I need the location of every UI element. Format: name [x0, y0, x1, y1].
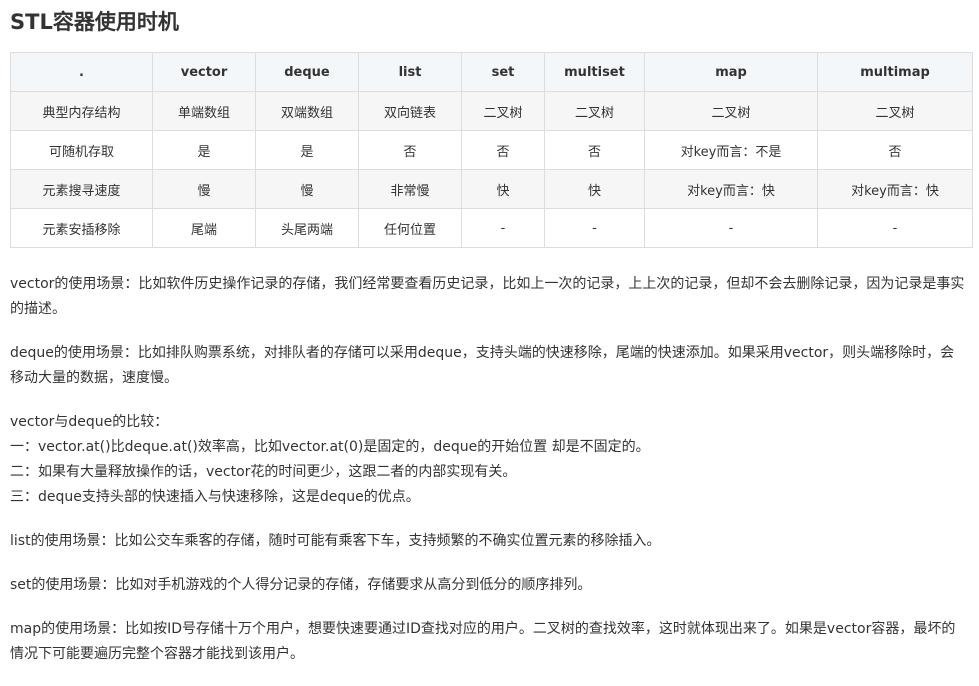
table-cell: - [461, 208, 545, 248]
table-row: 典型内存结构 单端数组 双端数组 双向链表 二叉树 二叉树 二叉树 二叉树 [10, 91, 973, 131]
set-usage-paragraph: set的使用场景：比如对手机游戏的个人得分记录的存储，存储要求从高分到低分的顺序… [10, 577, 592, 593]
table-cell: 双端数组 [255, 91, 359, 131]
comparison-point-1: 一：vector.at()比deque.at()效率高，比如vector.at(… [10, 439, 650, 455]
table-row: 元素安插移除 尾端 头尾两端 任何位置 - - - - [10, 208, 973, 248]
map-usage-paragraph: map的使用场景：比如按ID号存储十万个用户，想要快速要通过ID查找对应的用户。… [10, 621, 956, 662]
table-cell: 任何位置 [358, 208, 462, 248]
table-header-cell: deque [255, 52, 359, 92]
table-row: 元素搜寻速度 慢 慢 非常慢 快 快 对key而言：快 对key而言：快 [10, 169, 973, 209]
table-header-cell: multimap [817, 52, 973, 92]
table-cell: 尾端 [152, 208, 256, 248]
page-title: STL容器使用时机 [10, 10, 179, 34]
table-cell: 元素安插移除 [10, 208, 153, 248]
table-cell: 否 [817, 130, 973, 170]
table-cell: 可随机存取 [10, 130, 153, 170]
table-cell: - [817, 208, 973, 248]
table-cell: 元素搜寻速度 [10, 169, 153, 209]
table-cell: 对key而言：不是 [644, 130, 818, 170]
table-header-cell: list [358, 52, 462, 92]
table-header-cell: multiset [544, 52, 645, 92]
table-cell: 双向链表 [358, 91, 462, 131]
table-header-cell: vector [152, 52, 256, 92]
table-cell: 二叉树 [817, 91, 973, 131]
table-cell: 慢 [152, 169, 256, 209]
table-cell: 头尾两端 [255, 208, 359, 248]
comparison-title: vector与deque的比较： [10, 414, 169, 430]
comparison-point-2: 二：如果有大量释放操作的话，vector花的时间更少，这跟二者的内部实现有关。 [10, 464, 517, 480]
table-cell: 单端数组 [152, 91, 256, 131]
table-header-cell: . [10, 52, 153, 92]
table-cell: 否 [461, 130, 545, 170]
table-row: 可随机存取 是 是 否 否 否 对key而言：不是 否 [10, 130, 973, 170]
table-cell: 二叉树 [544, 91, 645, 131]
table-cell: - [644, 208, 818, 248]
vector-usage-paragraph: vector的使用场景：比如软件历史操作记录的存储，我们经常要查看历史记录，比如… [10, 276, 965, 317]
table-header-cell: map [644, 52, 818, 92]
table-header-cell: set [461, 52, 545, 92]
table-cell: - [544, 208, 645, 248]
table-cell: 否 [544, 130, 645, 170]
vector-deque-comparison: vector与deque的比较： 一：vector.at()比deque.at(… [10, 410, 968, 510]
table-header-row: . vector deque list set multiset map mul… [10, 52, 973, 92]
list-usage-paragraph: list的使用场景：比如公交车乘客的存储，随时可能有乘客下车，支持频繁的不确实位… [10, 533, 661, 549]
table-cell: 是 [152, 130, 256, 170]
table-cell: 对key而言：快 [817, 169, 973, 209]
table-cell: 慢 [255, 169, 359, 209]
table-cell: 快 [461, 169, 545, 209]
table-cell: 二叉树 [461, 91, 545, 131]
container-comparison-table: . vector deque list set multiset map mul… [10, 52, 973, 248]
table-cell: 否 [358, 130, 462, 170]
article-body: vector的使用场景：比如软件历史操作记录的存储，我们经常要查看历史记录，比如… [10, 272, 968, 686]
deque-usage-paragraph: deque的使用场景：比如排队购票系统，对排队者的存储可以采用deque，支持头… [10, 345, 955, 386]
table-cell: 非常慢 [358, 169, 462, 209]
table-cell: 对key而言：快 [644, 169, 818, 209]
comparison-point-3: 三：deque支持头部的快速插入与快速移除，这是deque的优点。 [10, 489, 420, 505]
table-cell: 是 [255, 130, 359, 170]
table-cell: 快 [544, 169, 645, 209]
table-cell: 典型内存结构 [10, 91, 153, 131]
table-cell: 二叉树 [644, 91, 818, 131]
